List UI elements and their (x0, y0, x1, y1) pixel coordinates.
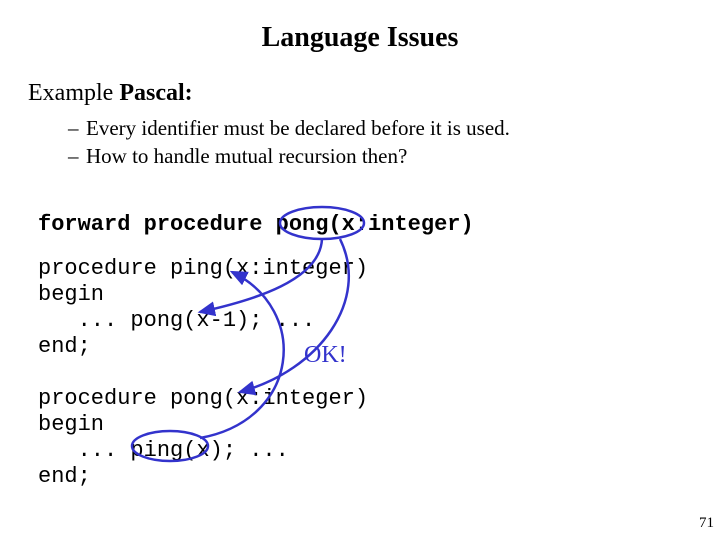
slide: Language Issues Example Pascal: –Every i… (0, 0, 720, 540)
slide-title: Language Issues (0, 22, 720, 54)
bullet-list: –Every identifier must be declared befor… (68, 114, 510, 171)
bullet-text: Every identifier must be declared before… (86, 116, 510, 140)
code-body: procedure ping(x:integer) begin ... pong… (38, 256, 368, 490)
page-number: 71 (699, 515, 714, 532)
bullet-text: How to handle mutual recursion then? (86, 144, 407, 168)
ok-annotation: OK! (304, 342, 347, 369)
bullet-item: –Every identifier must be declared befor… (68, 114, 510, 142)
example-prefix: Example (28, 80, 119, 106)
dash-icon: – (68, 142, 86, 170)
example-bold: Pascal: (119, 80, 192, 106)
code-forward-declaration: forward procedure pong(x:integer) (38, 212, 474, 238)
dash-icon: – (68, 114, 86, 142)
example-heading: Example Pascal: (28, 80, 193, 107)
bullet-item: –How to handle mutual recursion then? (68, 142, 510, 170)
